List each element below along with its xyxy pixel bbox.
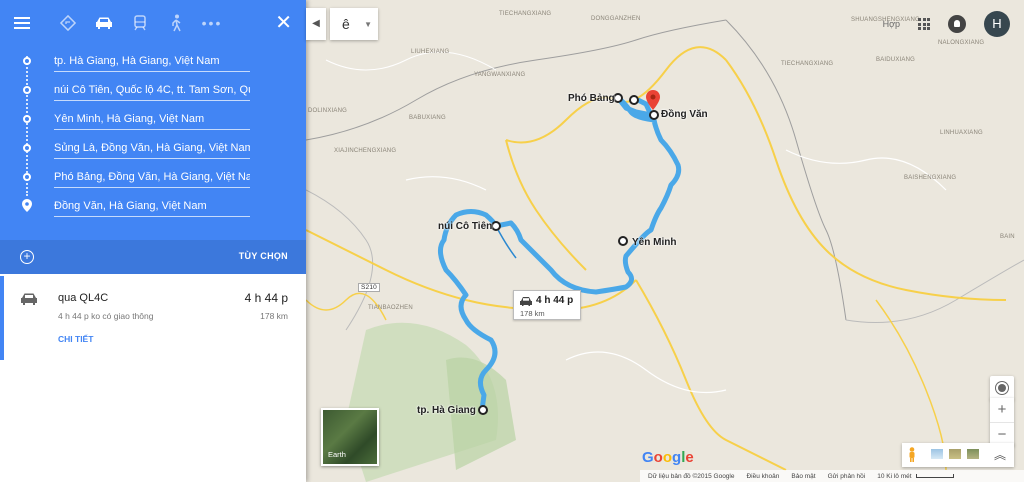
waypoint-input[interactable]: tp. Hà Giang, Hà Giang, Việt Nam [54, 50, 250, 72]
route-stop-ha-giang[interactable] [478, 405, 488, 415]
directions-panel: ••• ✕ tp. Hà Giang, Hà Giang, Việt Nam n… [0, 0, 306, 482]
place-label: BAISHENGXIANG [904, 175, 957, 181]
road-shield: S210 [358, 283, 380, 292]
waypoint-row[interactable]: Đồng Văn, Hà Giang, Việt Nam [0, 191, 306, 220]
search-input[interactable]: ê [342, 16, 350, 32]
zoom-controls: + − [990, 398, 1014, 446]
chevron-down-icon[interactable]: ▼ [364, 20, 372, 29]
waypoint-dot-icon [23, 173, 31, 181]
notification-bell-icon[interactable] [948, 15, 966, 33]
best-route-icon[interactable] [50, 8, 86, 38]
place-label: BAIDUXIANG [876, 57, 916, 63]
terms-link[interactable]: Điều khoản [746, 473, 779, 480]
menu-icon[interactable] [14, 11, 38, 35]
place-label: NALONGXIANG [938, 40, 985, 46]
options-bar: + TÙY CHỌN [0, 240, 306, 274]
waypoint-dot-icon [23, 86, 31, 94]
waypoint-row[interactable]: tp. Hà Giang, Hà Giang, Việt Nam [0, 46, 306, 75]
town-label-pho-bang: Phó Bảng [568, 93, 615, 104]
partial-label: Hợp [882, 19, 900, 29]
place-label: DOLINXIANG [308, 108, 348, 114]
route-stop-sung-la[interactable] [629, 95, 639, 105]
search-box[interactable]: ê ▼ [330, 8, 378, 40]
waypoint-dot-icon [23, 57, 31, 65]
waypoint-input[interactable]: Yên Minh, Hà Giang, Việt Nam [54, 108, 250, 130]
earth-label: Earth [328, 450, 346, 459]
destination-pin-icon[interactable] [646, 90, 660, 110]
route-via: qua QL4C [58, 292, 109, 304]
waypoint-row[interactable]: Phó Bảng, Đồng Văn, Hà Giang, Việt Nam [0, 162, 306, 191]
route-time: 4 h 44 p [536, 295, 574, 306]
town-label-yen-minh: Yên Minh [632, 237, 677, 248]
more-modes-icon[interactable]: ••• [194, 8, 230, 38]
imagery-thumb[interactable] [966, 448, 980, 460]
waypoint-row[interactable]: núi Cô Tiên, Quốc lộ 4C, tt. Tam Sơn, Qu [0, 75, 306, 104]
map-footer: Dữ liệu bản đồ ©2015 Google Điều khoản B… [640, 470, 1024, 482]
place-label: LIUHEXIANG [411, 49, 450, 55]
place-label: TIANBAOZHEN [368, 305, 413, 311]
waypoint-row[interactable]: Yên Minh, Hà Giang, Việt Nam [0, 104, 306, 133]
place-label: LINHUAXIANG [940, 130, 983, 136]
car-icon [21, 293, 37, 305]
route-time-callout[interactable]: 4 h 44 p 178 km [513, 290, 581, 320]
imagery-thumb[interactable] [948, 448, 962, 460]
town-label-nui-co-tien: núi Cô Tiên [438, 221, 493, 232]
waypoint-dot-icon [23, 144, 31, 152]
imagery-thumb[interactable] [930, 448, 944, 460]
waypoint-input[interactable]: Phó Bảng, Đồng Văn, Hà Giang, Việt Nam [54, 166, 250, 188]
add-destination-icon[interactable]: + [20, 250, 34, 264]
place-label: DONGGANZHEN [591, 16, 641, 22]
earth-view-toggle[interactable]: Earth [321, 408, 379, 466]
route-distance: 178 km [520, 309, 545, 318]
waypoint-input[interactable]: Sủng Là, Đồng Văn, Hà Giang, Việt Nam [54, 137, 250, 159]
collapse-panel-button[interactable]: ◀ [306, 8, 326, 40]
directions-header: ••• ✕ tp. Hà Giang, Hà Giang, Việt Nam n… [0, 0, 306, 274]
chevron-up-icon[interactable]: ︽ [994, 446, 1006, 463]
waypoint-row[interactable]: Sủng Là, Đồng Văn, Hà Giang, Việt Nam [0, 133, 306, 162]
route-stop-nui-co-tien[interactable] [491, 221, 501, 231]
place-label: TIECHANGXIANG [499, 11, 552, 17]
car-mode-icon[interactable] [86, 8, 122, 38]
place-label: TIECHANGXIANG [781, 61, 834, 67]
place-label: YANGWANXIANG [474, 72, 526, 78]
apps-grid-icon[interactable] [918, 18, 930, 30]
walking-mode-icon[interactable] [158, 8, 194, 38]
travel-mode-bar: ••• [0, 0, 306, 46]
waypoint-dot-icon [23, 115, 31, 123]
route-stop-dong-van[interactable] [649, 110, 659, 120]
map-layers-strip: ︽ [902, 443, 1014, 467]
waypoint-input[interactable]: núi Cô Tiên, Quốc lộ 4C, tt. Tam Sơn, Qu [54, 79, 250, 101]
scale-label: 10 Ki lô mét [877, 473, 954, 480]
car-icon [520, 297, 532, 306]
feedback-link[interactable]: Gửi phản hồi [828, 473, 866, 480]
pegman-icon[interactable] [908, 447, 916, 462]
my-location-icon[interactable] [990, 376, 1014, 400]
map-data-attribution: Dữ liệu bản đồ ©2015 Google [648, 472, 735, 480]
route-stop-yen-minh[interactable] [618, 236, 628, 246]
privacy-link[interactable]: Bảo mật [791, 473, 815, 480]
close-icon[interactable]: ✕ [275, 13, 292, 33]
place-label: BAIN [1000, 234, 1015, 240]
route-distance: 178 km [260, 311, 288, 321]
destination-marker-icon [22, 199, 32, 212]
route-details-link[interactable]: CHI TIẾT [58, 334, 93, 344]
google-logo: Google [642, 449, 694, 466]
town-label-ha-giang: tp. Hà Giang [417, 405, 476, 416]
waypoint-list: tp. Hà Giang, Hà Giang, Việt Nam núi Cô … [0, 46, 306, 220]
account-bar: Hợp H [883, 10, 1010, 38]
route-option-card[interactable]: qua QL4C 4 h 44 p 4 h 44 p ko có giao th… [0, 276, 306, 360]
route-duration: 4 h 44 p [244, 291, 288, 305]
zoom-in-button[interactable]: + [990, 398, 1014, 422]
place-label: XIAJINCHENGXIANG [334, 148, 397, 154]
place-label: BABUXIANG [409, 115, 446, 121]
transit-mode-icon[interactable] [122, 8, 158, 38]
route-traffic-note: 4 h 44 p ko có giao thông [58, 311, 154, 321]
town-label-dong-van: Đồng Văn [661, 109, 708, 120]
map-canvas[interactable]: TIECHANGXIANG DONGGANZHEN LIUHEXIANG YAN… [306, 0, 1024, 482]
avatar[interactable]: H [984, 11, 1010, 37]
options-button[interactable]: TÙY CHỌN [239, 251, 288, 261]
waypoint-input[interactable]: Đồng Văn, Hà Giang, Việt Nam [54, 195, 250, 217]
